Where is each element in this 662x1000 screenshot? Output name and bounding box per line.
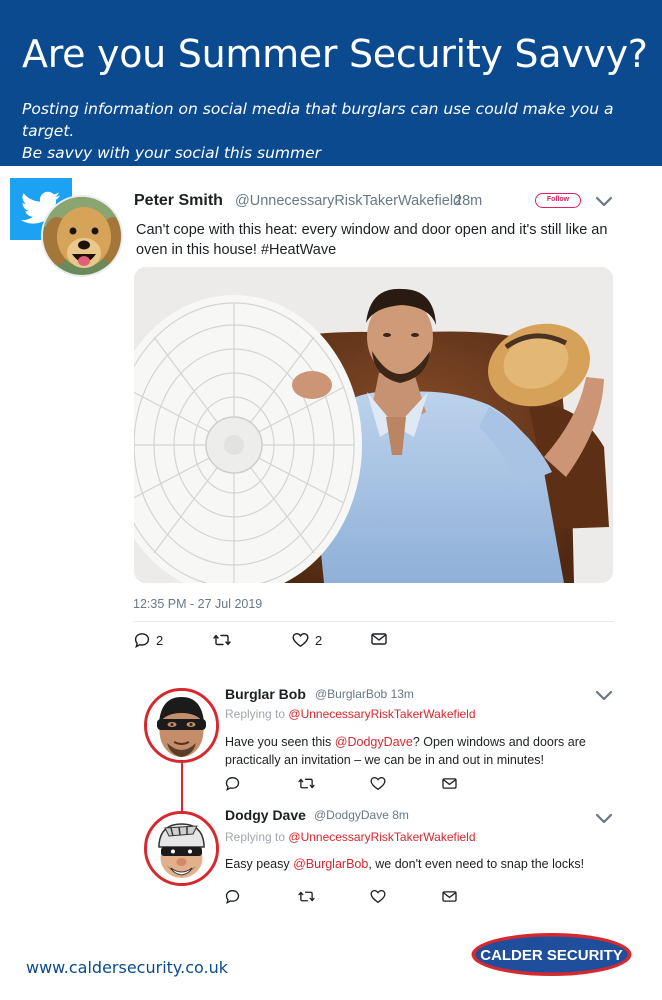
chevron-down-icon[interactable] bbox=[594, 689, 614, 703]
message-action[interactable] bbox=[442, 777, 457, 790]
tweet-author-handle[interactable]: @UnnecessaryRiskTakerWakefield bbox=[235, 193, 461, 209]
follow-button[interactable]: Follow bbox=[535, 193, 581, 208]
reply-action[interactable] bbox=[225, 889, 240, 904]
logo-wordmark: CALDER SECURITY bbox=[480, 947, 623, 964]
reply-text: Easy peasy @BurglarBob, we don't even ne… bbox=[225, 855, 620, 873]
calder-security-logo: CALDER SECURITY bbox=[470, 932, 633, 977]
tweet-timestamp[interactable]: 28m bbox=[454, 193, 482, 209]
heart-icon bbox=[370, 889, 386, 904]
replying-label: Replying to bbox=[225, 707, 286, 721]
envelope-icon bbox=[442, 890, 457, 903]
reply-text: Have you seen this @DodgyDave? Open wind… bbox=[225, 733, 620, 769]
replying-to-link[interactable]: @UnnecessaryRiskTakerWakefield bbox=[288, 830, 475, 844]
reply-action[interactable]: 2 bbox=[134, 632, 163, 648]
retweet-action[interactable] bbox=[298, 889, 315, 904]
reply-icon bbox=[225, 889, 240, 904]
heart-icon bbox=[370, 776, 386, 791]
tweet-author-name[interactable]: Peter Smith bbox=[134, 192, 223, 210]
reply-text-part: Easy peasy bbox=[225, 857, 294, 871]
subtitle-line-2: Be savvy with your social this summer bbox=[22, 144, 322, 162]
reply-action[interactable] bbox=[225, 776, 240, 791]
burglar-bob-avatar[interactable] bbox=[144, 688, 219, 763]
reply-author-handle[interactable]: @BurglarBob 13m bbox=[315, 687, 414, 701]
replying-to-link[interactable]: @UnnecessaryRiskTakerWakefield bbox=[288, 707, 475, 721]
replying-to: Replying to @UnnecessaryRiskTakerWakefie… bbox=[225, 707, 476, 721]
reply-author-handle[interactable]: @DodgyDave 8m bbox=[314, 808, 409, 822]
reply-time: 8m bbox=[392, 808, 409, 822]
retweet-action[interactable] bbox=[298, 776, 315, 791]
header-banner: Are you Summer Security Savvy? Posting i… bbox=[0, 0, 662, 166]
envelope-icon bbox=[442, 777, 457, 790]
retweet-icon bbox=[298, 889, 315, 904]
chevron-down-icon[interactable] bbox=[594, 812, 614, 826]
retweet-icon bbox=[213, 632, 231, 648]
thread-connector bbox=[181, 762, 183, 814]
replying-label: Replying to bbox=[225, 830, 286, 844]
retweet-icon bbox=[298, 776, 315, 791]
like-action[interactable] bbox=[370, 776, 386, 791]
dodgy-dave-avatar[interactable] bbox=[144, 811, 219, 886]
reply-text-part: Have you seen this bbox=[225, 735, 335, 749]
page-subtitle: Posting information on social media that… bbox=[22, 98, 652, 164]
message-action[interactable] bbox=[371, 632, 387, 646]
envelope-icon bbox=[371, 632, 387, 646]
reply-time: 13m bbox=[390, 687, 414, 701]
mention-link[interactable]: @BurglarBob bbox=[293, 857, 368, 871]
reply-icon bbox=[225, 776, 240, 791]
dog-avatar[interactable] bbox=[41, 195, 123, 277]
page-title: Are you Summer Security Savvy? bbox=[22, 32, 648, 76]
replying-to: Replying to @UnnecessaryRiskTakerWakefie… bbox=[225, 830, 476, 844]
subtitle-line-1: Posting information on social media that… bbox=[22, 100, 614, 140]
like-action[interactable]: 2 bbox=[292, 632, 322, 648]
tweet-divider bbox=[133, 621, 614, 622]
heart-icon bbox=[292, 632, 309, 648]
website-link[interactable]: www.caldersecurity.co.uk bbox=[26, 958, 228, 977]
reply-handle-text: @BurglarBob bbox=[315, 687, 388, 701]
tweet-date: 12:35 PM - 27 Jul 2019 bbox=[133, 597, 263, 611]
mention-link[interactable]: @DodgyDave bbox=[335, 735, 413, 749]
like-action[interactable] bbox=[370, 889, 386, 904]
like-count: 2 bbox=[315, 632, 323, 648]
reply-text-part: , we don't even need to snap the locks! bbox=[368, 857, 585, 871]
reply-author-name[interactable]: Dodgy Dave bbox=[225, 807, 306, 823]
reply-icon bbox=[134, 632, 150, 648]
tweet-text: Can't cope with this heat: every window … bbox=[136, 222, 608, 258]
reply-count: 2 bbox=[156, 632, 164, 648]
reply-handle-text: @DodgyDave bbox=[314, 808, 389, 822]
chevron-down-icon[interactable] bbox=[594, 195, 614, 209]
reply-author-name[interactable]: Burglar Bob bbox=[225, 686, 306, 702]
retweet-action[interactable] bbox=[213, 632, 231, 648]
message-action[interactable] bbox=[442, 890, 457, 903]
tweet-photo[interactable] bbox=[134, 267, 613, 583]
